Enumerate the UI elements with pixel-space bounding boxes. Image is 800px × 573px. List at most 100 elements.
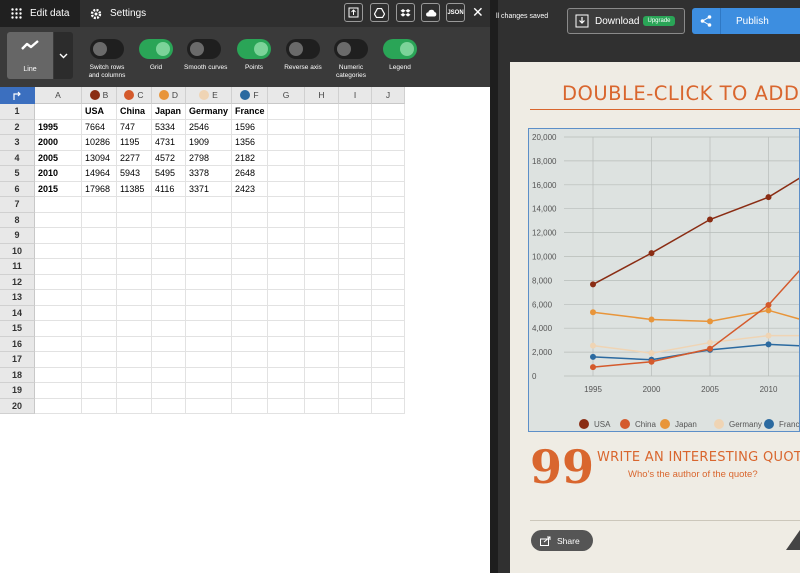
table-cell[interactable] bbox=[82, 228, 117, 244]
table-cell[interactable] bbox=[372, 321, 405, 337]
table-cell[interactable] bbox=[82, 290, 117, 306]
table-cell[interactable]: 13094 bbox=[82, 150, 117, 166]
table-cell[interactable] bbox=[232, 274, 268, 290]
table-cell[interactable] bbox=[117, 352, 152, 368]
table-cell[interactable] bbox=[305, 259, 339, 275]
table-cell[interactable] bbox=[305, 119, 339, 135]
table-cell[interactable] bbox=[372, 290, 405, 306]
table-cell[interactable] bbox=[372, 228, 405, 244]
table-cell[interactable] bbox=[305, 274, 339, 290]
table-cell[interactable] bbox=[305, 352, 339, 368]
table-cell[interactable] bbox=[232, 228, 268, 244]
table-cell[interactable]: 2546 bbox=[186, 119, 232, 135]
row-header[interactable]: 6 bbox=[0, 181, 35, 197]
table-cell[interactable] bbox=[152, 259, 186, 275]
row-header[interactable]: 5 bbox=[0, 166, 35, 182]
table-cell[interactable] bbox=[82, 383, 117, 399]
table-cell[interactable] bbox=[339, 398, 372, 414]
table-cell[interactable] bbox=[339, 228, 372, 244]
toggle-option[interactable]: Reverse axis bbox=[283, 39, 323, 72]
table-cell[interactable] bbox=[372, 336, 405, 352]
table-cell[interactable] bbox=[82, 259, 117, 275]
column-header[interactable]: I bbox=[339, 87, 372, 104]
table-cell[interactable] bbox=[305, 367, 339, 383]
table-cell[interactable] bbox=[305, 336, 339, 352]
table-cell[interactable] bbox=[268, 243, 305, 259]
row-header[interactable]: 4 bbox=[0, 150, 35, 166]
select-all-corner[interactable] bbox=[0, 87, 35, 104]
series-color-dot[interactable] bbox=[199, 90, 210, 100]
table-cell[interactable] bbox=[305, 150, 339, 166]
table-cell[interactable] bbox=[339, 104, 372, 120]
toggle-switch[interactable] bbox=[334, 39, 368, 59]
table-cell[interactable] bbox=[339, 274, 372, 290]
row-header[interactable]: 11 bbox=[0, 259, 35, 275]
table-cell[interactable] bbox=[152, 321, 186, 337]
column-header[interactable]: J bbox=[372, 87, 405, 104]
table-cell[interactable] bbox=[372, 274, 405, 290]
table-cell[interactable] bbox=[339, 367, 372, 383]
table-cell[interactable] bbox=[339, 197, 372, 213]
toggle-option[interactable]: Switch rows and columns bbox=[87, 39, 127, 80]
cloud-icon[interactable] bbox=[421, 3, 440, 22]
table-cell[interactable]: 17968 bbox=[82, 181, 117, 197]
table-cell[interactable] bbox=[339, 383, 372, 399]
table-cell[interactable] bbox=[305, 228, 339, 244]
table-cell[interactable] bbox=[117, 367, 152, 383]
table-cell[interactable] bbox=[117, 228, 152, 244]
table-cell[interactable]: 1995 bbox=[35, 119, 82, 135]
table-cell[interactable] bbox=[186, 290, 232, 306]
toggle-option[interactable]: Numeric categories bbox=[331, 39, 371, 80]
column-header[interactable]: E bbox=[186, 87, 232, 104]
table-cell[interactable] bbox=[372, 166, 405, 182]
table-cell[interactable] bbox=[232, 290, 268, 306]
table-cell[interactable] bbox=[372, 212, 405, 228]
table-cell[interactable] bbox=[35, 259, 82, 275]
table-cell[interactable] bbox=[339, 212, 372, 228]
table-cell[interactable]: 2005 bbox=[35, 150, 82, 166]
table-cell[interactable] bbox=[186, 305, 232, 321]
dropbox-icon[interactable] bbox=[396, 3, 415, 22]
table-cell[interactable] bbox=[117, 398, 152, 414]
table-cell[interactable] bbox=[305, 197, 339, 213]
row-header[interactable]: 8 bbox=[0, 212, 35, 228]
table-cell[interactable] bbox=[305, 305, 339, 321]
row-header[interactable]: 19 bbox=[0, 383, 35, 399]
table-cell[interactable]: 2423 bbox=[232, 181, 268, 197]
table-cell[interactable] bbox=[372, 135, 405, 151]
quote-text[interactable]: WRITE AN INTERESTING QUOTE bbox=[597, 450, 800, 465]
table-cell[interactable] bbox=[117, 305, 152, 321]
table-cell[interactable] bbox=[268, 212, 305, 228]
series-color-dot[interactable] bbox=[124, 90, 135, 100]
tab-edit-data[interactable]: Edit data bbox=[0, 0, 80, 27]
table-cell[interactable] bbox=[339, 135, 372, 151]
table-cell[interactable] bbox=[372, 197, 405, 213]
table-cell[interactable]: Germany bbox=[186, 104, 232, 120]
table-cell[interactable]: 5334 bbox=[152, 119, 186, 135]
toggle-option[interactable]: Grid bbox=[136, 39, 176, 72]
table-cell[interactable]: 10286 bbox=[82, 135, 117, 151]
table-cell[interactable] bbox=[268, 352, 305, 368]
table-cell[interactable] bbox=[82, 367, 117, 383]
table-cell[interactable] bbox=[372, 104, 405, 120]
table-cell[interactable] bbox=[117, 274, 152, 290]
table-cell[interactable]: 5495 bbox=[152, 166, 186, 182]
table-cell[interactable] bbox=[372, 305, 405, 321]
row-header[interactable]: 9 bbox=[0, 228, 35, 244]
table-cell[interactable] bbox=[339, 166, 372, 182]
table-cell[interactable] bbox=[268, 383, 305, 399]
table-cell[interactable] bbox=[186, 352, 232, 368]
series-color-dot[interactable] bbox=[158, 90, 169, 100]
table-cell[interactable] bbox=[82, 212, 117, 228]
table-cell[interactable] bbox=[268, 119, 305, 135]
table-cell[interactable] bbox=[186, 197, 232, 213]
table-cell[interactable] bbox=[186, 243, 232, 259]
table-cell[interactable] bbox=[35, 290, 82, 306]
table-cell[interactable] bbox=[152, 228, 186, 244]
table-cell[interactable] bbox=[372, 367, 405, 383]
table-cell[interactable] bbox=[339, 290, 372, 306]
table-cell[interactable] bbox=[117, 383, 152, 399]
table-cell[interactable] bbox=[186, 228, 232, 244]
table-cell[interactable] bbox=[372, 398, 405, 414]
row-header[interactable]: 15 bbox=[0, 321, 35, 337]
